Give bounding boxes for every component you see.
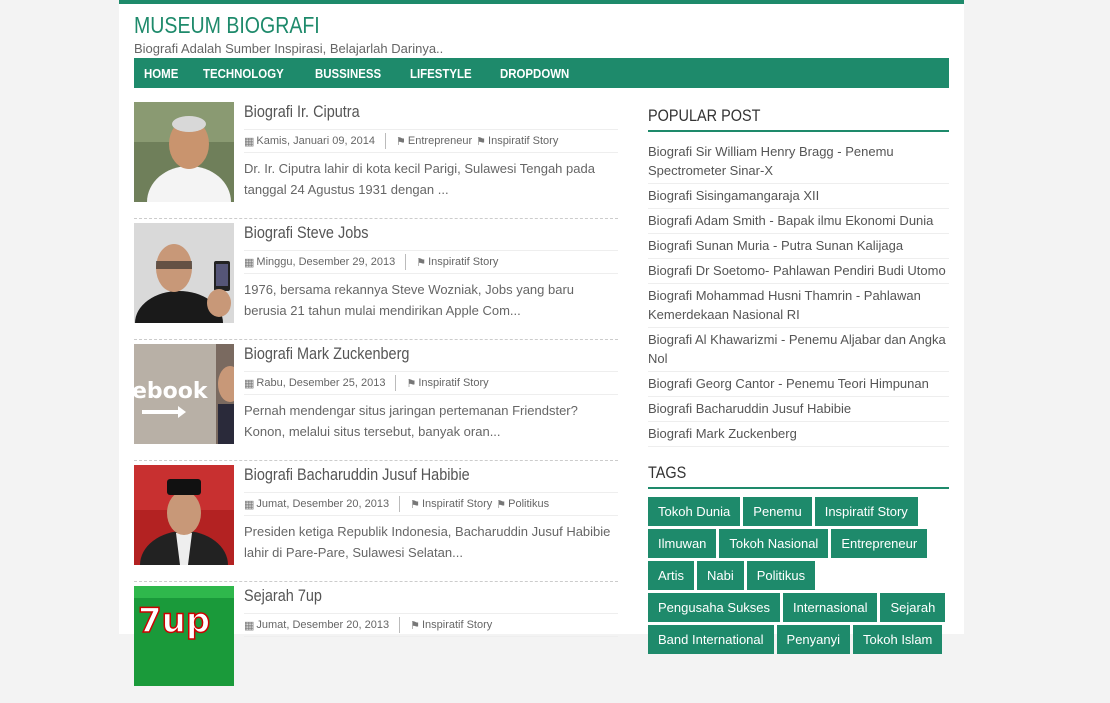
tag-button[interactable]: Entrepreneur [831, 529, 928, 558]
post-tag[interactable]: Inspiratif Story [488, 135, 558, 147]
post-excerpt: Dr. Ir. Ciputra lahir di kota kecil Pari… [244, 161, 595, 197]
post-item: Biografi Steve Jobs ▦ Minggu, Desember 2… [134, 219, 618, 340]
post-excerpt: 1976, bersama rekannya Steve Wozniak, Jo… [244, 282, 575, 318]
popular-post-item[interactable]: Biografi Dr Soetomo- Pahlawan Pendiri Bu… [648, 259, 949, 284]
meta-divider [385, 133, 387, 149]
tag-button[interactable]: Internasional [783, 593, 878, 622]
meta-divider [399, 617, 401, 633]
post-excerpt: Presiden ketiga Republik Indonesia, Bach… [244, 524, 611, 560]
post-tag[interactable]: Inspiratif Story [422, 498, 492, 510]
tag-button[interactable]: Tokoh Nasional [719, 529, 829, 558]
calendar-icon: ▦ [244, 256, 255, 269]
post-thumbnail[interactable] [134, 465, 234, 565]
popular-post-item[interactable]: Biografi Georg Cantor - Penemu Teori Him… [648, 372, 949, 397]
tag-button[interactable]: Pengusaha Sukses [648, 593, 781, 622]
popular-post-item[interactable]: Biografi Mark Zuckenberg [648, 422, 949, 447]
tag-icon: ⚑ [496, 498, 507, 511]
tag-icon: ⚑ [410, 498, 420, 511]
tag-icon: ⚑ [416, 256, 427, 269]
tag-cloud: Tokoh Dunia Penemu Inspiratif Story Ilmu… [648, 497, 949, 654]
main-nav: HOME TECHNOLOGY BUSSINESS LIFESTYLE DROP… [134, 58, 949, 88]
post-thumbnail[interactable]: ebook [134, 344, 234, 444]
calendar-icon: ▦ [244, 135, 255, 148]
post-meta: ▦ Jumat, Desember 20, 2013 ⚑ Inspiratif … [244, 613, 618, 637]
calendar-icon: ▦ [244, 619, 255, 632]
post-title[interactable]: Biografi Steve Jobs [244, 223, 368, 243]
nav-bussiness[interactable]: BUSSINESS [315, 66, 381, 81]
post-date: Minggu, Desember 29, 2013 [256, 256, 396, 268]
tag-icon: ⚑ [406, 377, 417, 390]
tag-icon: ⚑ [476, 135, 487, 148]
nav-lifestyle[interactable]: LIFESTYLE [410, 66, 472, 81]
post-meta: ▦ Jumat, Desember 20, 2013 ⚑ Inspiratif … [244, 492, 618, 516]
post-item: ebook Biografi Mark Zuckenberg ▦ Rabu, D… [134, 340, 618, 461]
popular-post-title: POPULAR POST [648, 106, 761, 125]
site-header: MUSEUM BIOGRAFI Biografi Adalah Sumber I… [134, 12, 443, 56]
nav-technology[interactable]: TECHNOLOGY [203, 66, 284, 81]
post-date: Kamis, Januari 09, 2014 [256, 135, 376, 147]
meta-divider [405, 254, 407, 270]
popular-post-list: Biografi Sir William Henry Bragg - Penem… [648, 140, 949, 447]
site-description: Biografi Adalah Sumber Inspirasi, Belaja… [134, 41, 444, 56]
post-date: Jumat, Desember 20, 2013 [256, 498, 390, 510]
post-list: Biografi Ir. Ciputra ▦ Kamis, Januari 09… [134, 98, 618, 703]
post-tag[interactable]: Inspiratif Story [422, 619, 492, 631]
post-thumbnail[interactable] [134, 223, 234, 323]
tag-button[interactable]: Inspiratif Story [814, 497, 918, 526]
post-thumbnail[interactable] [134, 102, 234, 202]
site-title[interactable]: MUSEUM BIOGRAFI [134, 12, 397, 39]
thumbnail-logo-text: ebook [134, 379, 209, 404]
post-title[interactable]: Biografi Ir. Ciputra [244, 102, 360, 122]
meta-divider [395, 375, 397, 391]
post-meta: ▦ Rabu, Desember 25, 2013 ⚑ Inspiratif S… [244, 371, 618, 395]
tag-icon: ⚑ [396, 135, 406, 148]
post-date: Rabu, Desember 25, 2013 [256, 377, 386, 389]
post-meta: ▦ Minggu, Desember 29, 2013 ⚑ Inspiratif… [244, 250, 618, 274]
post-tag[interactable]: Entrepreneur [408, 135, 472, 147]
popular-post-item[interactable]: Biografi Sunan Muria - Putra Sunan Kalij… [648, 234, 949, 259]
post-title[interactable]: Biografi Bacharuddin Jusuf Habibie [244, 465, 470, 485]
tag-button[interactable]: Nabi [697, 561, 744, 590]
meta-divider [399, 496, 401, 512]
post-item: Biografi Bacharuddin Jusuf Habibie ▦ Jum… [134, 461, 618, 582]
thumbnail-logo-text: 7up [138, 601, 210, 641]
tag-button[interactable]: Sejarah [880, 593, 946, 622]
widget-divider [648, 487, 949, 489]
popular-post-item[interactable]: Biografi Al Khawarizmi - Penemu Aljabar … [648, 328, 949, 372]
post-item: Biografi Ir. Ciputra ▦ Kamis, Januari 09… [134, 98, 618, 219]
post-title[interactable]: Biografi Mark Zuckenberg [244, 344, 409, 364]
tag-button[interactable]: Ilmuwan [648, 529, 717, 558]
page-container: MUSEUM BIOGRAFI Biografi Adalah Sumber I… [119, 0, 964, 686]
calendar-icon: ▦ [244, 498, 255, 511]
nav-home[interactable]: HOME [144, 66, 178, 81]
post-tag[interactable]: Politikus [508, 498, 549, 510]
sidebar: POPULAR POST Biografi Sir William Henry … [648, 106, 949, 654]
popular-post-item[interactable]: Biografi Bacharuddin Jusuf Habibie [648, 397, 949, 422]
tag-button[interactable]: Penemu [743, 497, 812, 526]
tags-title: TAGS [648, 463, 687, 482]
post-tag[interactable]: Inspiratif Story [428, 256, 498, 268]
tag-icon: ⚑ [410, 619, 420, 632]
tag-button[interactable]: Tokoh Dunia [648, 497, 741, 526]
post-meta: ▦ Kamis, Januari 09, 2014 ⚑ Entrepreneur… [244, 129, 618, 153]
tag-button[interactable]: Tokoh Islam [853, 625, 943, 654]
tags-widget: TAGS Tokoh Dunia Penemu Inspiratif Story… [648, 463, 949, 654]
popular-post-item[interactable]: Biografi Sisingamangaraja XII [648, 184, 949, 209]
post-excerpt: Pernah mendengar situs jaringan perteman… [244, 403, 578, 439]
post-tag[interactable]: Inspiratif Story [418, 377, 488, 389]
post-title[interactable]: Sejarah 7up [244, 586, 322, 606]
tag-button[interactable]: Band International [648, 625, 774, 654]
calendar-icon: ▦ [244, 377, 255, 390]
widget-divider [648, 130, 949, 132]
post-item: 7up Sejarah 7up ▦ Jumat, Desember 20, 20… [134, 582, 618, 703]
tag-button[interactable]: Penyanyi [776, 625, 851, 654]
tag-button[interactable]: Politikus [746, 561, 816, 590]
popular-post-item[interactable]: Biografi Adam Smith - Bapak ilmu Ekonomi… [648, 209, 949, 234]
tag-button[interactable]: Artis [648, 561, 694, 590]
post-thumbnail[interactable]: 7up [134, 586, 234, 686]
popular-post-item[interactable]: Biografi Mohammad Husni Thamrin - Pahlaw… [648, 284, 949, 328]
post-date: Jumat, Desember 20, 2013 [256, 619, 390, 631]
popular-post-item[interactable]: Biografi Sir William Henry Bragg - Penem… [648, 140, 949, 184]
nav-dropdown[interactable]: DROPDOWN [500, 66, 569, 81]
